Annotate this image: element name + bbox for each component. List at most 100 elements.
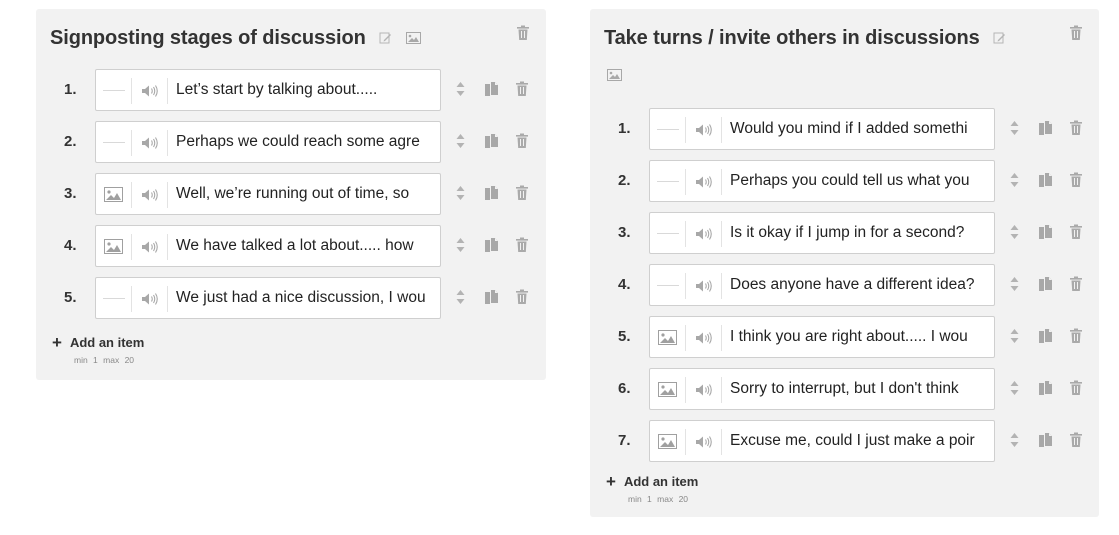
image-icon[interactable] xyxy=(607,68,622,86)
item-field[interactable]: Let’s start by talking about..... xyxy=(95,69,441,111)
item-text[interactable]: Sorry to interrupt, but I don't think xyxy=(730,369,990,409)
sort-arrows-icon[interactable] xyxy=(456,289,465,310)
item-field[interactable]: Sorry to interrupt, but I don't think xyxy=(649,368,995,410)
image-icon[interactable] xyxy=(96,234,132,260)
sort-arrows-icon[interactable] xyxy=(1010,328,1019,349)
delete-list-trash-icon[interactable] xyxy=(1069,25,1083,46)
duplicate-icon[interactable] xyxy=(1038,120,1054,142)
list-item: 5. We just had a nice discussion, I wou xyxy=(36,277,546,319)
item-text[interactable]: Let’s start by talking about..... xyxy=(176,70,436,110)
item-text[interactable]: Is it okay if I jump in for a second? xyxy=(730,213,990,253)
duplicate-icon[interactable] xyxy=(1038,276,1054,298)
sort-arrows-icon[interactable] xyxy=(456,81,465,102)
speaker-icon[interactable] xyxy=(132,182,168,208)
item-text[interactable]: We have talked a lot about..... how xyxy=(176,226,436,266)
speaker-icon[interactable] xyxy=(686,273,722,299)
speaker-icon[interactable] xyxy=(686,429,722,455)
list-panel-take-turns: Take turns / invite others in discussion… xyxy=(590,9,1099,517)
item-text[interactable]: Excuse me, could I just make a poir xyxy=(730,421,990,461)
item-text[interactable]: Does anyone have a different idea? xyxy=(730,265,990,305)
sort-arrows-icon[interactable] xyxy=(1010,172,1019,193)
item-text[interactable]: Well, we’re running out of time, so xyxy=(176,174,436,214)
duplicate-icon[interactable] xyxy=(484,185,500,207)
pencil-edit-icon[interactable] xyxy=(993,27,1006,50)
sort-arrows-icon[interactable] xyxy=(1010,120,1019,141)
duplicate-icon[interactable] xyxy=(1038,172,1054,194)
speaker-icon[interactable] xyxy=(132,234,168,260)
trash-icon[interactable] xyxy=(515,81,529,102)
item-field[interactable]: We just had a nice discussion, I wou xyxy=(95,277,441,319)
duplicate-icon[interactable] xyxy=(484,237,500,259)
speaker-icon[interactable] xyxy=(132,130,168,156)
row-actions xyxy=(456,277,546,319)
item-text[interactable]: We just had a nice discussion, I wou xyxy=(176,278,436,318)
item-field[interactable]: Would you mind if I added somethi xyxy=(649,108,995,150)
speaker-icon[interactable] xyxy=(132,286,168,312)
item-text[interactable]: Perhaps you could tell us what you xyxy=(730,161,990,201)
duplicate-icon[interactable] xyxy=(1038,432,1054,454)
item-field[interactable]: Well, we’re running out of time, so xyxy=(95,173,441,215)
image-icon[interactable] xyxy=(650,325,686,351)
add-item-button[interactable]: + Add an item xyxy=(52,333,144,353)
speaker-icon[interactable] xyxy=(686,221,722,247)
trash-icon[interactable] xyxy=(1069,432,1083,453)
image-icon[interactable] xyxy=(96,182,132,208)
list-item: 1. Let’s start by talking about..... xyxy=(36,69,546,111)
sort-arrows-icon[interactable] xyxy=(1010,380,1019,401)
sort-arrows-icon[interactable] xyxy=(1010,432,1019,453)
empty-media-slot[interactable] xyxy=(650,169,686,195)
sort-arrows-icon[interactable] xyxy=(456,133,465,154)
duplicate-icon[interactable] xyxy=(1038,224,1054,246)
empty-media-slot[interactable] xyxy=(96,130,132,156)
speaker-icon[interactable] xyxy=(132,78,168,104)
delete-list-trash-icon[interactable] xyxy=(516,25,530,46)
image-icon[interactable] xyxy=(650,377,686,403)
list-item: 3. Well, we’re running out of time, so xyxy=(36,173,546,215)
trash-icon[interactable] xyxy=(1069,120,1083,141)
empty-media-slot[interactable] xyxy=(650,221,686,247)
add-item-button[interactable]: + Add an item xyxy=(606,472,698,492)
row-actions xyxy=(1010,420,1100,462)
item-text[interactable]: Would you mind if I added somethi xyxy=(730,109,990,149)
speaker-icon[interactable] xyxy=(686,377,722,403)
trash-icon[interactable] xyxy=(515,289,529,310)
item-text[interactable]: Perhaps we could reach some agre xyxy=(176,122,436,162)
image-icon[interactable] xyxy=(650,429,686,455)
speaker-icon[interactable] xyxy=(686,117,722,143)
trash-icon[interactable] xyxy=(515,133,529,154)
sort-arrows-icon[interactable] xyxy=(1010,224,1019,245)
item-field[interactable]: I think you are right about..... I wou xyxy=(649,316,995,358)
item-field[interactable]: Does anyone have a different idea? xyxy=(649,264,995,306)
item-field[interactable]: We have talked a lot about..... how xyxy=(95,225,441,267)
empty-media-slot[interactable] xyxy=(96,286,132,312)
sort-arrows-icon[interactable] xyxy=(456,237,465,258)
pencil-edit-icon[interactable] xyxy=(379,27,392,50)
trash-icon[interactable] xyxy=(1069,276,1083,297)
sort-arrows-icon[interactable] xyxy=(456,185,465,206)
duplicate-icon[interactable] xyxy=(484,133,500,155)
empty-media-slot[interactable] xyxy=(650,117,686,143)
empty-media-slot[interactable] xyxy=(96,78,132,104)
item-text[interactable]: I think you are right about..... I wou xyxy=(730,317,990,357)
item-field[interactable]: Is it okay if I jump in for a second? xyxy=(649,212,995,254)
item-field[interactable]: Perhaps you could tell us what you xyxy=(649,160,995,202)
duplicate-icon[interactable] xyxy=(1038,380,1054,402)
trash-icon[interactable] xyxy=(1069,328,1083,349)
trash-icon[interactable] xyxy=(515,237,529,258)
image-icon[interactable] xyxy=(405,27,421,50)
empty-media-slot[interactable] xyxy=(650,273,686,299)
trash-icon[interactable] xyxy=(1069,172,1083,193)
item-number: 2. xyxy=(618,172,631,189)
item-field[interactable]: Excuse me, could I just make a poir xyxy=(649,420,995,462)
trash-icon[interactable] xyxy=(515,185,529,206)
trash-icon[interactable] xyxy=(1069,224,1083,245)
duplicate-icon[interactable] xyxy=(484,81,500,103)
duplicate-icon[interactable] xyxy=(1038,328,1054,350)
speaker-icon[interactable] xyxy=(686,169,722,195)
speaker-icon[interactable] xyxy=(686,325,722,351)
item-field[interactable]: Perhaps we could reach some agre xyxy=(95,121,441,163)
sort-arrows-icon[interactable] xyxy=(1010,276,1019,297)
trash-icon[interactable] xyxy=(1069,380,1083,401)
duplicate-icon[interactable] xyxy=(484,289,500,311)
list-item: 7. Excuse me, could I just make a poir xyxy=(590,420,1100,462)
